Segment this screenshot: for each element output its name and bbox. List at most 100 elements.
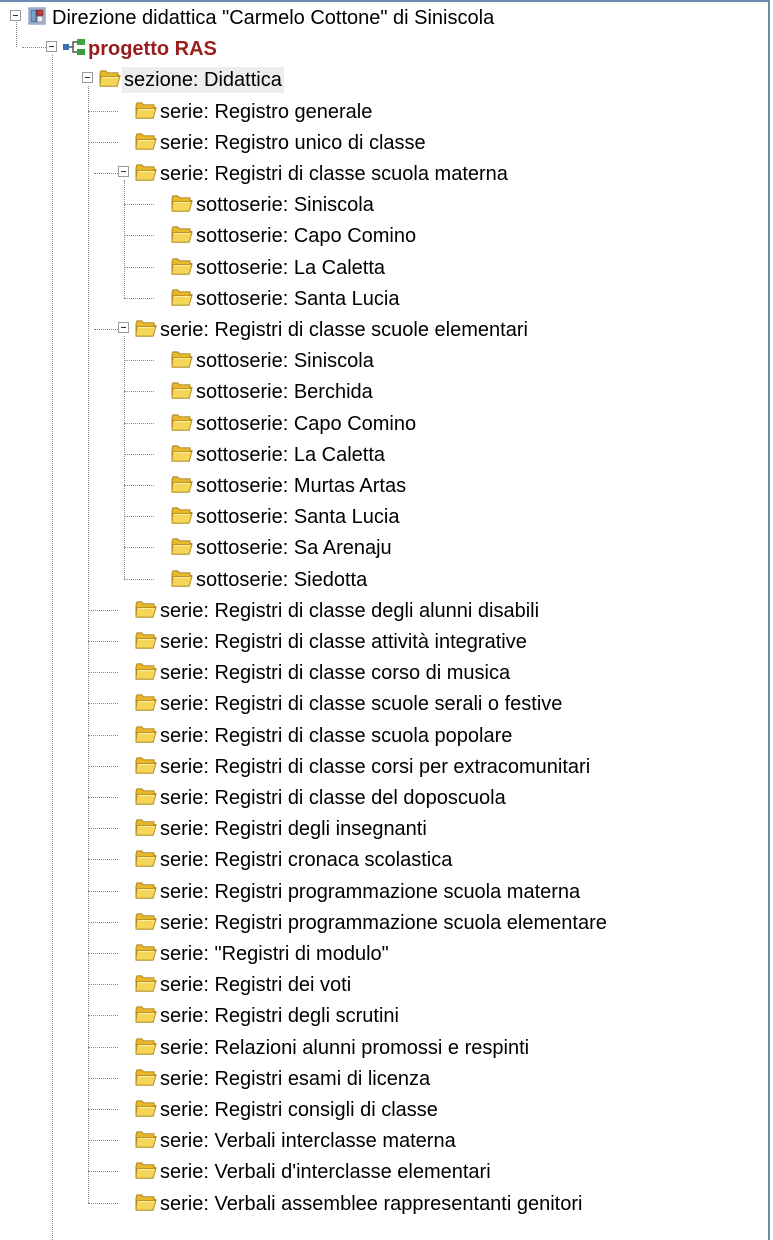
- tree-root[interactable]: Direzione didattica "Carmelo Cottone" di…: [0, 2, 760, 33]
- tree-node-subseries[interactable]: sottoserie: Santa Lucia: [0, 283, 760, 314]
- folder-icon: [170, 350, 193, 369]
- tree-node-series[interactable]: serie: Registri degli insegnanti: [0, 813, 760, 844]
- folder-icon: [134, 943, 157, 962]
- subseries-label: sottoserie: Santa Lucia: [196, 287, 400, 310]
- subseries-label: sottoserie: Capo Comino: [196, 412, 417, 435]
- root-label: Direzione didattica "Carmelo Cottone" di…: [52, 7, 495, 29]
- tree-node-series[interactable]: serie: Registri dei voti: [0, 969, 760, 1000]
- folder-icon: [134, 1037, 157, 1056]
- folder-icon: [134, 319, 157, 338]
- tree-node-subseries[interactable]: sottoserie: Capo Comino: [0, 408, 760, 439]
- series-label: serie: Registri programmazione scuola el…: [160, 911, 607, 934]
- tree-node-subseries[interactable]: sottoserie: Siedotta: [0, 564, 760, 595]
- tree-node-series[interactable]: serie: Verbali assemblee rappresentanti …: [0, 1188, 760, 1219]
- tree-node-series[interactable]: serie: Registri di classe degli alunni d…: [0, 595, 760, 626]
- collapse-toggle-icon[interactable]: [46, 41, 57, 53]
- folder-icon: [134, 1005, 157, 1024]
- tree-node-series[interactable]: serie: Relazioni alunni promossi e respi…: [0, 1032, 760, 1063]
- folder-icon: [170, 506, 193, 525]
- folder-icon: [170, 381, 193, 400]
- folder-icon: [134, 974, 157, 993]
- folder-icon: [134, 818, 157, 837]
- series-label: serie: Registri di classe del doposcuola: [160, 787, 506, 809]
- tree-node-subseries[interactable]: sottoserie: Sa Arenaju: [0, 532, 760, 563]
- series-label: serie: Registri degli scrutini: [160, 1005, 399, 1028]
- folder-icon: [134, 600, 157, 619]
- tree-node-subseries[interactable]: sottoserie: Siniscola: [0, 345, 760, 376]
- folder-icon: [134, 1068, 157, 1087]
- folder-icon: [134, 101, 157, 120]
- tree-connector: [124, 180, 125, 298]
- tree-node-series[interactable]: serie: Registri di classe corso di music…: [0, 657, 760, 688]
- tree-node-series[interactable]: serie: Registri di classe del doposcuola: [0, 782, 760, 813]
- tree-node-series[interactable]: serie: Registri programmazione scuola ma…: [0, 876, 760, 907]
- hierarchy-icon: [62, 38, 86, 56]
- tree-node-series[interactable]: serie: Registri di classe scuola materna: [0, 158, 760, 189]
- tree-node-subseries[interactable]: sottoserie: Berchida: [0, 376, 760, 407]
- tree-connector: [88, 86, 89, 1203]
- section-label: sezione: Didattica: [122, 67, 284, 94]
- series-label: serie: Registri esami di licenza: [160, 1067, 431, 1090]
- folder-icon: [134, 881, 157, 900]
- tree-node-series[interactable]: serie: Registri di classe scuole element…: [0, 314, 760, 345]
- tree-connector: [16, 22, 17, 48]
- series-label: serie: Registri consigli di classe: [160, 1099, 438, 1121]
- tree-node-series[interactable]: serie: "Registri di modulo": [0, 938, 760, 969]
- tree-node-series[interactable]: serie: Registro generale: [0, 96, 760, 127]
- collapse-toggle-icon[interactable]: [118, 166, 129, 177]
- tree-node-subseries[interactable]: sottoserie: La Caletta: [0, 439, 760, 470]
- archive-icon: [26, 6, 48, 26]
- series-label: serie: Registri di classe scuole serali …: [160, 693, 563, 716]
- tree-node-series[interactable]: serie: Registri di classe scuola popolar…: [0, 720, 760, 751]
- tree-node-subseries[interactable]: sottoserie: Murtas Artas: [0, 470, 760, 501]
- tree-node-series[interactable]: serie: Registri di classe attività integ…: [0, 626, 760, 657]
- tree-node-series[interactable]: serie: Registri di classe scuole serali …: [0, 688, 760, 719]
- tree-node-series[interactable]: serie: Registri esami di licenza: [0, 1063, 760, 1094]
- folder-icon: [170, 257, 193, 276]
- series-label: serie: Registri di classe scuola materna: [160, 163, 508, 185]
- subseries-label: sottoserie: La Caletta: [196, 256, 385, 279]
- subseries-label: sottoserie: Sa Arenaju: [196, 537, 392, 560]
- folder-icon: [134, 693, 157, 712]
- series-label: serie: Verbali interclasse materna: [160, 1130, 456, 1153]
- tree-node-series[interactable]: serie: Registri di classe corsi per extr…: [0, 751, 760, 782]
- tree-node-section[interactable]: sezione: Didattica: [0, 64, 760, 95]
- project-label: progetto RAS: [88, 38, 217, 61]
- tree-node-series[interactable]: serie: Verbali d'interclasse elementari: [0, 1156, 760, 1187]
- tree-node-series[interactable]: serie: Registri cronaca scolastica: [0, 844, 760, 875]
- tree-node-subseries[interactable]: sottoserie: La Caletta: [0, 252, 760, 283]
- folder-icon: [170, 288, 193, 307]
- folder-icon: [134, 912, 157, 931]
- collapse-toggle-icon[interactable]: [82, 72, 93, 84]
- tree-node-series[interactable]: serie: Registri consigli di classe: [0, 1094, 760, 1125]
- tree-connector: [52, 55, 53, 1240]
- tree-node-subseries[interactable]: sottoserie: Capo Comino: [0, 220, 760, 251]
- folder-icon: [134, 1099, 157, 1118]
- tree-node-series[interactable]: serie: Registri programmazione scuola el…: [0, 907, 760, 938]
- collapse-toggle-icon[interactable]: [10, 10, 21, 21]
- folder-icon: [134, 662, 157, 681]
- archive-tree-view[interactable]: Direzione didattica "Carmelo Cottone" di…: [0, 0, 760, 1240]
- tree-node-subseries[interactable]: sottoserie: Siniscola: [0, 189, 760, 220]
- folder-icon: [170, 475, 193, 494]
- folder-icon: [134, 1161, 157, 1180]
- tree-node-series[interactable]: serie: Verbali interclasse materna: [0, 1125, 760, 1156]
- series-label: serie: Registri dei voti: [160, 974, 352, 997]
- collapse-toggle-icon[interactable]: [118, 322, 129, 333]
- folder-icon: [170, 537, 193, 556]
- series-label: serie: Registro generale: [160, 100, 373, 123]
- series-label: serie: Registri di classe degli alunni d…: [160, 599, 540, 622]
- subseries-label: sottoserie: La Caletta: [196, 443, 385, 466]
- series-label: serie: Registri programmazione scuola ma…: [160, 880, 581, 903]
- subseries-label: sottoserie: Siniscola: [196, 350, 374, 373]
- series-label: serie: Registri cronaca scolastica: [160, 849, 453, 872]
- folder-icon: [134, 849, 157, 868]
- tree-node-series[interactable]: serie: Registro unico di classe: [0, 127, 760, 158]
- tree-node-series[interactable]: serie: Registri degli scrutini: [0, 1000, 760, 1031]
- series-label: serie: Registri di classe corso di music…: [160, 662, 511, 685]
- tree-node-subseries[interactable]: sottoserie: Santa Lucia: [0, 501, 760, 532]
- series-label: serie: Registri di classe corsi per extr…: [160, 755, 591, 778]
- subseries-label: sottoserie: Berchida: [196, 381, 373, 404]
- tree-node-project[interactable]: progetto RAS: [0, 33, 760, 64]
- folder-icon: [170, 225, 193, 244]
